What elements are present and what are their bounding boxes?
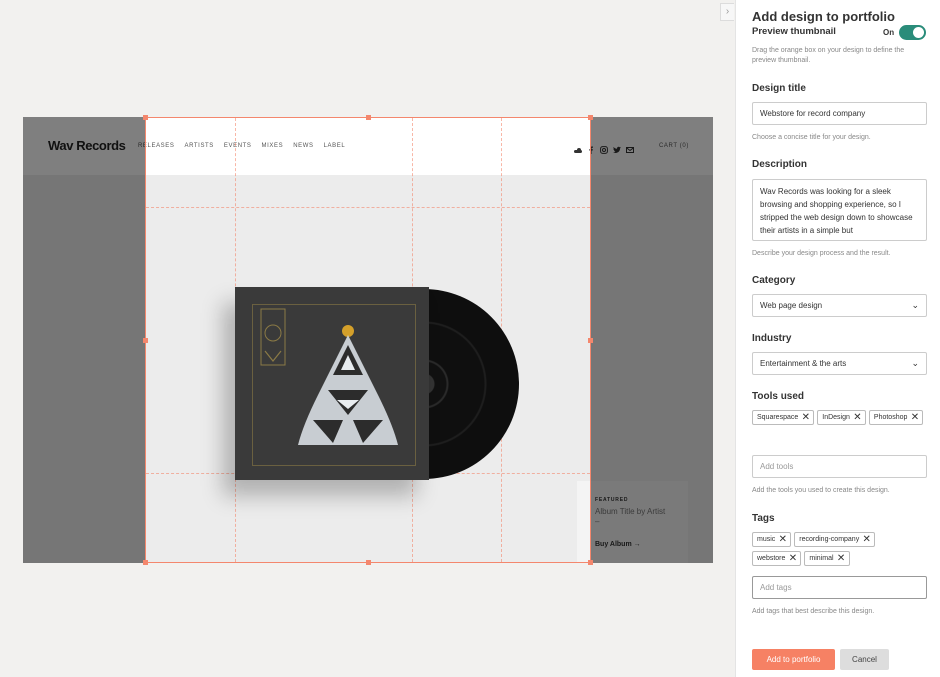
tool-chip: Squarespace ✕ [752,410,815,425]
remove-chip-icon[interactable]: ✕ [907,412,922,423]
tools-label: Tools used [752,391,805,402]
remove-chip-icon[interactable]: ✕ [798,412,813,423]
industry-value: Entertainment & the arts [760,359,847,368]
tag-chip: music ✕ [752,532,792,547]
chevron-down-icon: ⌄ [911,300,919,310]
design-title-value: Webstore for record company [760,109,866,118]
preview-help-text: Drag the orange box on your design to de… [752,47,905,64]
remove-chip-icon[interactable]: ✕ [785,553,800,564]
industry-label: Industry [752,333,792,344]
remove-chip-icon[interactable]: ✕ [775,534,790,545]
add-tags-placeholder: Add tags [760,583,792,592]
design-title-label: Design title [752,83,806,94]
category-label: Category [752,275,796,286]
crop-handle-top-right[interactable] [588,115,593,120]
toggle-knob [913,27,924,38]
industry-select[interactable]: Entertainment & the arts ⌄ [752,352,927,375]
category-select[interactable]: Web page design ⌄ [752,294,927,317]
preview-thumbnail-label: Preview thumbnail [752,26,836,37]
description-textarea[interactable]: Wav Records was looking for a sleek brow… [752,179,927,241]
tags-chip-list: music ✕ recording-company ✕ webstore ✕ mini… [752,532,927,566]
album-cover [235,287,429,480]
crop-handle-top-left[interactable] [143,115,148,120]
add-tags-input[interactable]: Add tags [752,576,927,599]
crop-guide-horizontal [146,207,590,208]
tool-chip-label: Photoshop [873,414,908,421]
crop-handle-top[interactable] [366,115,371,120]
crop-handle-right[interactable] [588,338,593,343]
tags-label: Tags [752,513,775,524]
description-label: Description [752,159,808,170]
remove-chip-icon[interactable]: ✕ [859,534,874,545]
tool-chip: Photoshop ✕ [868,410,924,425]
tag-chip-label: webstore [757,555,786,562]
tags-help: Add tags that best describe this design. [752,608,875,615]
design-title-help: Choose a concise title for your design. [752,134,871,141]
tools-chip-list: Squarespace ✕ InDesign ✕ Photoshop ✕ [752,410,927,425]
cancel-button[interactable]: Cancel [840,649,889,670]
tag-chip-label: recording-company [799,536,860,543]
description-value: Wav Records was looking for a sleek brow… [760,187,913,235]
tool-chip: InDesign ✕ [817,410,866,425]
tools-help: Add the tools you used to create this de… [752,487,890,494]
crop-handle-left[interactable] [143,338,148,343]
chevron-down-icon: ⌄ [911,358,919,368]
album-cover-frame [252,304,416,466]
tool-chip-label: InDesign [822,414,850,421]
crop-handle-bottom-left[interactable] [143,560,148,565]
panel-title: Add design to portfolio [752,9,895,24]
toggle-state-label: On [883,28,895,37]
tag-chip: webstore ✕ [752,551,802,566]
remove-chip-icon[interactable]: ✕ [834,553,849,564]
design-title-input[interactable]: Webstore for record company [752,102,927,125]
collapse-panel-button[interactable]: › [720,3,734,21]
tag-chip: minimal ✕ [804,551,850,566]
add-tools-placeholder: Add tools [760,462,794,471]
category-value: Web page design [760,301,823,310]
tag-chip-label: music [757,536,776,543]
album-artwork [260,308,398,445]
tool-chip-label: Squarespace [757,414,799,421]
crop-shade-left [23,117,145,563]
crop-handle-bottom[interactable] [366,560,371,565]
tag-chip: recording-company ✕ [794,532,876,547]
tag-chip-label: minimal [809,555,834,562]
portfolio-sidebar: Add design to portfolio Preview thumbnai… [735,0,940,677]
description-help: Describe your design process and the res… [752,250,891,257]
design-canvas: Wav Records RELEASES ARTISTS EVENTS MIXE… [0,0,735,677]
add-tools-input[interactable]: Add tools [752,455,927,478]
preview-thumbnail-toggle[interactable] [899,25,926,40]
add-to-portfolio-button[interactable]: Add to portfolio [752,649,835,670]
crop-handle-bottom-right[interactable] [588,560,593,565]
remove-chip-icon[interactable]: ✕ [850,412,865,423]
crop-shade-right [591,117,713,563]
